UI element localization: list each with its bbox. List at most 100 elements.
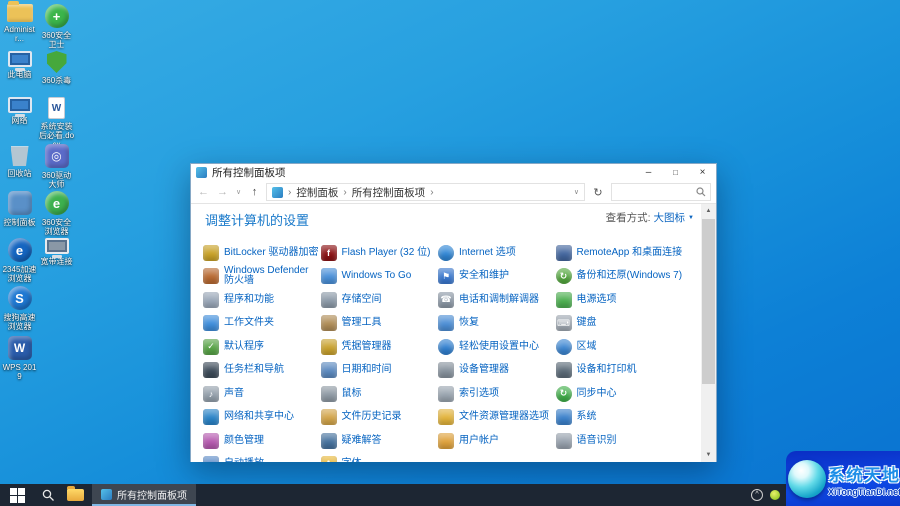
360-secure-browser-icon: e	[45, 191, 69, 215]
view-by-value[interactable]: 大图标	[654, 210, 686, 225]
cp-item-default-programs[interactable]: ✓默认程序	[203, 335, 321, 359]
cp-item-label: Internet 选项	[459, 248, 516, 258]
desktop-icon-broadband-connection[interactable]: 宽带连接	[38, 238, 75, 266]
desktop-icon-360-safe-guard[interactable]: +360安全卫士	[38, 4, 75, 49]
taskbar-search-button[interactable]	[39, 489, 57, 502]
breadcrumb[interactable]: › 控制面板 › 所有控制面板项 › ∨	[266, 183, 585, 201]
desktop-icon-wps-2019[interactable]: WWPS 2019	[1, 336, 38, 381]
windows-logo-icon	[18, 488, 25, 495]
minimize-button[interactable]: –	[635, 164, 662, 181]
recent-locations-chevron-icon[interactable]: ∨	[234, 188, 243, 196]
cp-item-label: 安全和维护	[459, 271, 509, 281]
cp-item-label: Flash Player (32 位)	[342, 248, 431, 258]
cp-item-keyboard[interactable]: ⌨键盘	[556, 312, 674, 336]
address-bar: ← → ∨ ↑ › 控制面板 › 所有控制面板项 › ∨ ↻	[191, 181, 716, 204]
cp-item-devices-printers[interactable]: 设备和打印机	[556, 359, 674, 383]
360-tray-icon[interactable]	[770, 490, 780, 500]
cp-item-backup-restore[interactable]: ↻备份和还原(Windows 7)	[556, 265, 674, 289]
cp-item-defender-firewall[interactable]: Windows Defender 防火墙	[203, 265, 321, 289]
search-input[interactable]	[616, 187, 696, 198]
cp-item-remoteapp-connections[interactable]: RemoteApp 和桌面连接	[556, 241, 674, 265]
watermark-text: 系统天地 XiTongTianDi.net	[828, 461, 897, 497]
cp-item-sync-center[interactable]: ↻同步中心	[556, 382, 674, 406]
desktop-icon-user-folder[interactable]: Administr...	[1, 4, 38, 43]
close-button[interactable]: ×	[689, 164, 716, 181]
cp-item-phone-modem[interactable]: ☎电话和调制解调器	[438, 288, 556, 312]
cp-item-internet-options[interactable]: Internet 选项	[438, 241, 556, 265]
vertical-scrollbar[interactable]: ▲ ▼	[701, 204, 716, 462]
cp-item-label: 设备管理器	[459, 365, 509, 375]
hidden-icons-chevron-icon[interactable]: ^	[751, 489, 763, 501]
desktop-icon-recycle-bin[interactable]: 回收站	[1, 144, 38, 178]
cp-item-autoplay[interactable]: 自动播放	[203, 453, 321, 463]
desktop-icon-network[interactable]: 网络	[1, 97, 38, 125]
cp-item-administrative-tools[interactable]: 管理工具	[321, 312, 439, 336]
cp-item-label: 用户帐户	[459, 436, 499, 446]
defender-firewall-icon	[203, 268, 219, 284]
scroll-up-icon[interactable]: ▲	[701, 204, 716, 218]
scroll-down-icon[interactable]: ▼	[701, 448, 716, 462]
cp-item-sound[interactable]: ♪声音	[203, 382, 321, 406]
desktop-icon-sogou-browser[interactable]: S搜狗高速浏览器	[1, 286, 38, 331]
cp-item-credential-manager[interactable]: 凭据管理器	[321, 335, 439, 359]
desktop-icon-this-pc[interactable]: 此电脑	[1, 51, 38, 79]
search-box[interactable]	[611, 183, 711, 201]
desktop-icon-360-secure-browser[interactable]: e360安全浏览器	[38, 191, 75, 236]
window-controls: – □ ×	[635, 164, 716, 181]
user-accounts-icon	[438, 433, 454, 449]
refresh-button[interactable]: ↻	[589, 186, 607, 199]
cp-item-label: 默认程序	[224, 342, 264, 352]
cp-item-label: 同步中心	[577, 389, 617, 399]
desktop-icon-area: Administr...+360安全卫士此电脑360杀毒网络W系统安装后必看.d…	[0, 0, 80, 400]
taskbar-task-control-panel[interactable]: 所有控制面板项	[92, 484, 196, 506]
cp-item-work-folders[interactable]: 工作文件夹	[203, 312, 321, 336]
cp-item-mouse[interactable]: 鼠标	[321, 382, 439, 406]
cp-item-file-history[interactable]: 文件历史记录	[321, 406, 439, 430]
maximize-button[interactable]: □	[662, 164, 689, 181]
date-time-icon	[321, 362, 337, 378]
file-explorer-button[interactable]	[67, 489, 84, 501]
breadcrumb-dropdown-icon[interactable]: ∨	[574, 188, 579, 196]
cp-item-ease-of-access[interactable]: 轻松使用设置中心	[438, 335, 556, 359]
desktop-icon-2345-browser[interactable]: e2345加速浏览器	[1, 238, 38, 283]
cp-item-network-sharing-center[interactable]: 网络和共享中心	[203, 406, 321, 430]
cp-item-device-manager[interactable]: 设备管理器	[438, 359, 556, 383]
cp-item-label: 字体	[342, 459, 362, 462]
scrollbar-thumb[interactable]	[702, 219, 715, 384]
up-button[interactable]: ↑	[247, 186, 262, 198]
cp-item-bitlocker[interactable]: BitLocker 驱动器加密	[203, 241, 321, 265]
desktop-icon-360-driver-master[interactable]: ◎360驱动大师	[38, 144, 75, 189]
cp-item-windows-to-go[interactable]: Windows To Go	[321, 265, 439, 289]
cp-item-file-explorer-options[interactable]: 文件资源管理器选项	[438, 406, 556, 430]
desktop-icon-360-antivirus[interactable]: 360杀毒	[38, 51, 75, 85]
forward-button[interactable]: →	[215, 186, 230, 198]
cp-item-region[interactable]: 区域	[556, 335, 674, 359]
cp-item-power-options[interactable]: 电源选项	[556, 288, 674, 312]
desktop-icon-label: 360杀毒	[38, 76, 75, 85]
cp-item-label: 疑难解答	[342, 436, 382, 446]
desktop-icon-label: 此电脑	[1, 70, 38, 79]
back-button[interactable]: ←	[196, 186, 211, 198]
cp-item-security-maintenance[interactable]: ⚑安全和维护	[438, 265, 556, 289]
cp-item-color-management[interactable]: 颜色管理	[203, 429, 321, 453]
view-by-control[interactable]: 查看方式: 大图标 ▼	[606, 210, 694, 225]
cp-item-taskbar-navigation[interactable]: 任务栏和导航	[203, 359, 321, 383]
breadcrumb-control-panel[interactable]: 控制面板	[296, 185, 338, 200]
cp-item-date-time[interactable]: 日期和时间	[321, 359, 439, 383]
desktop-icon-control-panel-shortcut[interactable]: 控制面板	[1, 191, 38, 227]
cp-item-fonts[interactable]: A字体	[321, 453, 439, 463]
cp-item-user-accounts[interactable]: 用户帐户	[438, 429, 556, 453]
cp-item-programs-features[interactable]: 程序和功能	[203, 288, 321, 312]
cp-item-label: 任务栏和导航	[224, 365, 284, 375]
title-bar[interactable]: 所有控制面板项 – □ ×	[191, 164, 716, 181]
cp-item-indexing-options[interactable]: 索引选项	[438, 382, 556, 406]
desktop-icon-setup-readme-docx[interactable]: W系统安装后必看.docx	[38, 97, 75, 149]
cp-item-system[interactable]: 系统	[556, 406, 674, 430]
start-button[interactable]	[8, 486, 26, 504]
cp-item-recovery[interactable]: 恢复	[438, 312, 556, 336]
cp-item-storage-spaces[interactable]: 存储空间	[321, 288, 439, 312]
cp-item-speech-recognition[interactable]: 语音识别	[556, 429, 674, 453]
cp-item-flash-player[interactable]: fFlash Player (32 位)	[321, 241, 439, 265]
breadcrumb-all-items[interactable]: 所有控制面板项	[352, 185, 426, 200]
cp-item-troubleshooting[interactable]: 疑难解答	[321, 429, 439, 453]
